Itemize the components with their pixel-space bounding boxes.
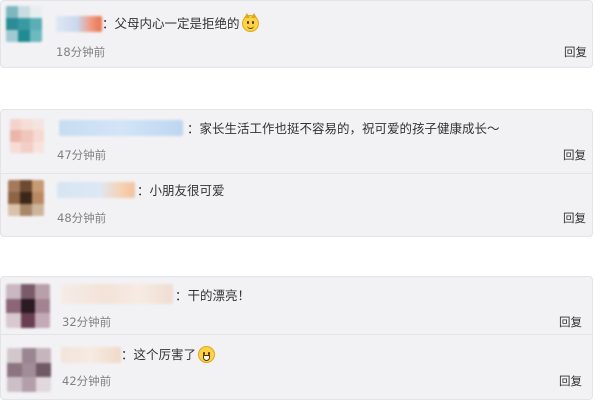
- comment-time: 47分钟前: [57, 148, 107, 162]
- username[interactable]: [61, 284, 173, 304]
- comment-item: ：这个厉害了 42分钟前 回复: [1, 334, 592, 400]
- comment-card: ：家长生活工作也挺不容易的，祝可爱的孩子健康成长～ 47分钟前 回复 ：小朋友很…: [0, 109, 593, 237]
- avatar[interactable]: [6, 284, 50, 328]
- comment-text: ：父母内心一定是拒绝的: [102, 13, 259, 33]
- reply-button[interactable]: 回复: [559, 314, 582, 330]
- comment-time: 42分钟前: [62, 374, 112, 388]
- comment-card: ：干的漂亮！ 32分钟前 回复 ：这个厉害了 42分钟前 回复: [0, 276, 593, 400]
- comment-item: ：父母内心一定是拒绝的 18分钟前 回复: [1, 1, 592, 69]
- comment-time: 48分钟前: [57, 211, 107, 225]
- username[interactable]: [59, 120, 183, 136]
- comment-text: ：干的漂亮！: [175, 288, 251, 303]
- cat-smirk-emoji-icon: [241, 13, 259, 32]
- avatar[interactable]: [10, 119, 44, 153]
- reply-button[interactable]: 回复: [559, 373, 582, 389]
- comment-text: ：家长生活工作也挺不容易的，祝可爱的孩子健康成长～: [187, 121, 500, 136]
- comment-time: 32分钟前: [62, 315, 112, 329]
- comment-item: ：小朋友很可爱 48分钟前 回复: [1, 173, 592, 237]
- username[interactable]: [61, 347, 121, 363]
- comment-feed: ：父母内心一定是拒绝的 18分钟前 回复 ：家长生活工作也挺不容易的，祝可爱的孩…: [0, 0, 595, 401]
- comment-text: ：小朋友很可爱: [137, 183, 225, 198]
- comment-item: ：干的漂亮！ 32分钟前 回复: [1, 277, 592, 334]
- username[interactable]: [56, 16, 102, 32]
- username[interactable]: [57, 182, 135, 198]
- reply-button[interactable]: 回复: [563, 147, 586, 163]
- grinning-emoji-icon: [198, 346, 216, 363]
- reply-button[interactable]: 回复: [563, 210, 586, 226]
- comment-time: 18分钟前: [56, 45, 106, 59]
- avatar[interactable]: [6, 6, 42, 42]
- comment-card: ：父母内心一定是拒绝的 18分钟前 回复: [0, 0, 593, 68]
- reply-button[interactable]: 回复: [564, 44, 587, 60]
- avatar[interactable]: [8, 180, 44, 216]
- comment-text: ：这个厉害了: [121, 346, 216, 364]
- comment-item: ：家长生活工作也挺不容易的，祝可爱的孩子健康成长～ 47分钟前 回复: [1, 110, 592, 173]
- avatar[interactable]: [7, 348, 51, 392]
